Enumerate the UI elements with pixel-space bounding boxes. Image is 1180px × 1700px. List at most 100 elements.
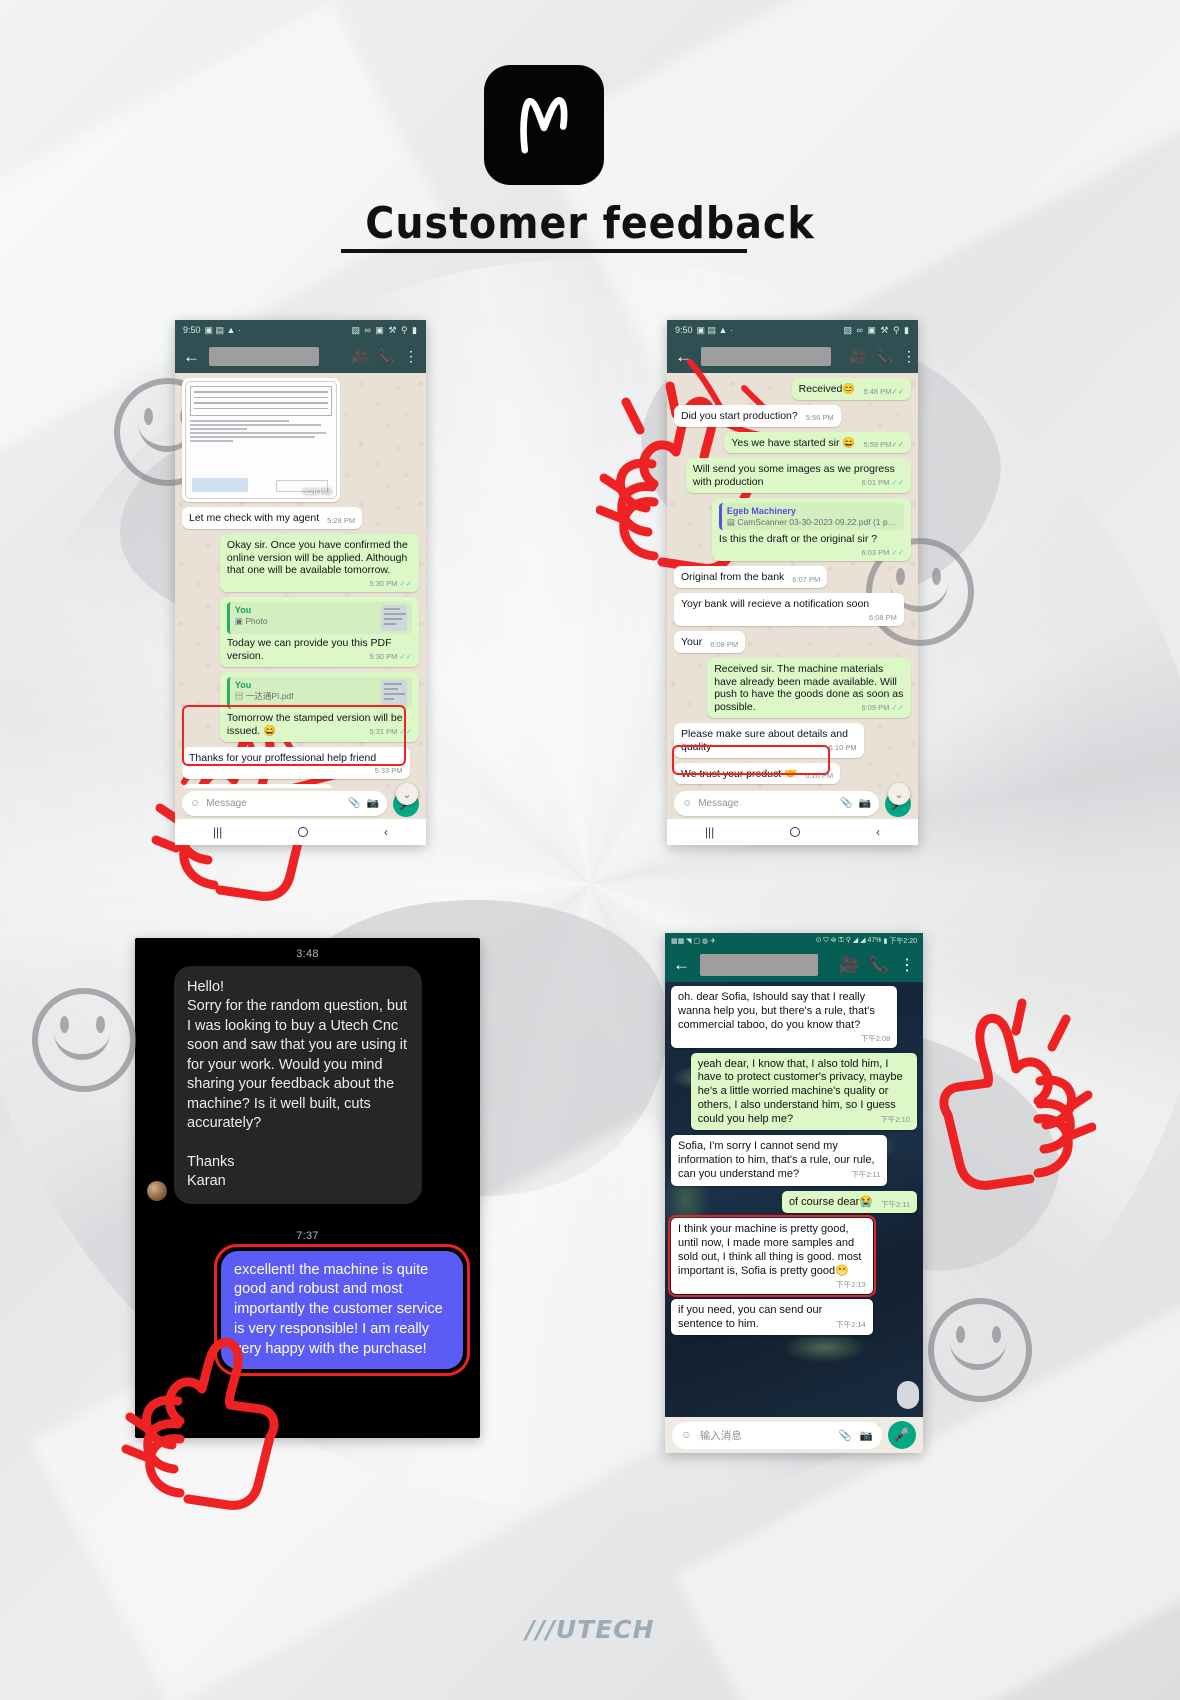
message-bubble[interactable]: Received😊 5:48 PM✓✓ <box>791 378 911 400</box>
status-time: 下午2:20 <box>889 937 917 945</box>
message-placeholder: Message <box>698 798 739 809</box>
home-button[interactable] <box>790 827 801 837</box>
message-row: Sofia, I'm sorry I cannot send my inform… <box>671 1135 917 1186</box>
conversation-timestamp: 7:37 <box>296 1229 319 1242</box>
message-bubble[interactable]: Original from the bank 6:07 PM <box>674 566 828 589</box>
message-bubble-highlighted[interactable]: excellent! the machine is quite good and… <box>221 1250 463 1370</box>
message-bubble[interactable]: Okay sir. Once you have confirmed the on… <box>219 533 419 593</box>
video-call-icon[interactable]: 🎥 <box>351 348 368 365</box>
attach-icon[interactable]: 📎 <box>348 798 360 809</box>
message-bubble[interactable]: Hello! Sorry for the random question, bu… <box>174 966 422 1204</box>
quote-author: You <box>234 605 252 616</box>
message-row: Did you start production? 5:56 PM <box>674 404 911 427</box>
back-icon[interactable]: ← <box>673 955 690 975</box>
attach-icon[interactable]: 📎 <box>839 1429 852 1442</box>
message-bubble[interactable]: Yes we have started sir 😄 5:59 PM✓✓ <box>724 431 911 454</box>
message-bubble[interactable]: if you need, you can send our sentence t… <box>671 1298 873 1336</box>
message-list[interactable]: Received😊 5:48 PM✓✓ Did you start produc… <box>667 373 918 788</box>
message-text: Received😊 <box>798 383 856 395</box>
status-bar: 9:50 ▣ ▤ ▲ · ▧ ∞ ▣ ⚒ ⚲ ▮ <box>175 320 426 340</box>
attach-icon[interactable]: 📎 <box>840 798 852 809</box>
status-time: 9:50 <box>675 325 693 335</box>
message-bubble-image[interactable]: 5:26 PM <box>182 378 340 502</box>
status-left-icons: ▦▦ ◥ ▢ ◍ ✈ <box>671 937 716 945</box>
read-receipt-icon: ✓✓ <box>399 652 412 662</box>
emoji-icon[interactable]: ☺ <box>681 1429 692 1441</box>
message-input[interactable]: ☺ 输入消息 📎 📷 <box>672 1421 882 1449</box>
voice-call-icon[interactable]: 📞 <box>869 955 889 975</box>
document-icon: ▤ <box>234 690 244 701</box>
emoji-icon[interactable]: ☺ <box>682 798 692 809</box>
quoted-message[interactable]: Egeb Machinery ▤ CamScanner 03-30-2023 0… <box>718 502 904 531</box>
scroll-to-bottom-button[interactable]: ⌄ <box>888 783 910 805</box>
message-bubble[interactable]: Your 6:08 PM <box>674 630 746 653</box>
message-bubble[interactable]: Did you start production? 5:56 PM <box>674 404 841 427</box>
message-bubble[interactable]: Sofia, I'm sorry I cannot send my inform… <box>671 1135 888 1186</box>
message-row: Yoyr bank will recieve a notification so… <box>674 593 911 626</box>
message-text: Let me check with my agent <box>189 512 320 524</box>
scroll-indicator[interactable] <box>897 1381 919 1409</box>
phone-1-whatsapp: 9:50 ▣ ▤ ▲ · ▧ ∞ ▣ ⚒ ⚲ ▮ ← 🎥 📞 ⋮ 5:26 PM <box>175 320 426 845</box>
message-bubble[interactable]: yeah dear, I know that, I also told him,… <box>690 1052 917 1131</box>
doc-signature <box>192 478 248 492</box>
back-button[interactable]: ‹ <box>384 825 388 839</box>
message-composer[interactable]: ☺ 输入消息 📎 📷 🎤 <box>665 1417 923 1453</box>
doc-table <box>190 386 332 416</box>
camera-icon[interactable]: 📷 <box>367 798 379 809</box>
message-row: Let me check with my agent 5:28 PM <box>182 507 419 529</box>
message-bubble[interactable]: Yoyr bank will recieve a notification so… <box>674 593 904 626</box>
video-call-icon[interactable]: 🎥 <box>839 955 859 975</box>
recents-button[interactable]: ||| <box>705 825 714 839</box>
back-icon[interactable]: ← <box>183 348 200 365</box>
voice-call-icon[interactable]: 📞 <box>378 348 395 365</box>
message-row: Your 6:08 PM <box>674 630 911 653</box>
message-row: Will send you some images as we progress… <box>674 458 911 493</box>
camera-icon[interactable]: 📷 <box>860 1429 873 1442</box>
emoji-icon[interactable]: ☺ <box>190 798 200 809</box>
message-bubble-highlighted[interactable]: I think your machine is pretty good, unt… <box>668 1215 876 1297</box>
back-button[interactable]: ‹ <box>876 825 880 839</box>
chat-header: ← 🎥 📞 ⋮ <box>667 340 918 373</box>
recents-button[interactable]: ||| <box>213 825 222 839</box>
mic-button[interactable]: 🎤 <box>888 1421 916 1449</box>
chat-header: ← 🎥 📞 ⋮ <box>175 340 426 373</box>
message-composer[interactable]: ☺ Message 📎 📷 🎤 <box>667 788 918 819</box>
message-time: 5:30 PM ✓✓ <box>369 579 412 589</box>
message-composer[interactable]: ☺ Message 📎 📷 🎤 <box>175 788 426 819</box>
message-bubble[interactable]: Will send you some images as we progress… <box>685 458 911 493</box>
message-input[interactable]: ☺ Message 📎 📷 <box>674 791 879 816</box>
voice-call-icon[interactable]: 📞 <box>875 348 892 365</box>
scroll-to-bottom-button[interactable]: ⌄ <box>396 783 418 805</box>
camera-icon[interactable]: 📷 <box>859 798 871 809</box>
status-right-icons: ▧ ∞ ▣ ⚒ ⚲ ▮ <box>351 324 418 335</box>
message-bubble[interactable]: Received sir. The machine materials have… <box>707 657 911 718</box>
message-time: 6:03 PM ✓✓ <box>861 548 904 558</box>
message-bubble[interactable]: of course dear😭 下午2:11 <box>781 1190 917 1214</box>
message-time: 下午2:11 <box>851 1169 881 1179</box>
home-button[interactable] <box>298 827 309 837</box>
message-list[interactable]: oh. dear Sofia, Ishould say that I reall… <box>665 982 923 1417</box>
message-text: Hello! Sorry for the random question, bu… <box>187 979 408 1190</box>
message-bubble[interactable]: Let me check with my agent 5:28 PM <box>182 507 363 529</box>
quoted-message[interactable]: You ▣ Photo <box>226 602 412 635</box>
quoted-message[interactable]: You ▤ 一达通PI.pdf <box>226 676 412 709</box>
message-time: 5:30 PM ✓✓ <box>369 652 412 662</box>
message-input[interactable]: ☺ Message 📎 📷 <box>182 791 387 816</box>
footer-brand: ///UTECH <box>525 1615 655 1644</box>
title-underline <box>341 249 747 253</box>
video-call-icon[interactable]: 🎥 <box>849 348 866 365</box>
android-nav-bar: ||| ‹ <box>667 819 918 845</box>
more-options-icon[interactable]: ⋮ <box>899 955 915 975</box>
message-bubble-quoted[interactable]: You ▣ Photo Today we can provide you thi… <box>219 597 419 667</box>
message-row: Received😊 5:48 PM✓✓ <box>674 378 911 400</box>
message-text: Is this the draft or the original sir ? <box>718 533 878 546</box>
message-bubble[interactable]: oh. dear Sofia, Ishould say that I reall… <box>671 986 898 1048</box>
more-options-icon[interactable]: ⋮ <box>902 348 916 365</box>
message-placeholder: 输入消息 <box>699 1429 742 1442</box>
back-icon[interactable]: ← <box>675 348 692 365</box>
message-bubble-quoted[interactable]: Egeb Machinery ▤ CamScanner 03-30-2023 0… <box>711 497 911 562</box>
avatar <box>147 1180 167 1201</box>
status-bar: 9:50 ▣ ▤ ▲ · ▧ ∞ ▣ ⚒ ⚲ ▮ <box>667 320 918 340</box>
message-time: 下午2:13 <box>836 1280 866 1290</box>
more-options-icon[interactable]: ⋮ <box>404 348 418 365</box>
